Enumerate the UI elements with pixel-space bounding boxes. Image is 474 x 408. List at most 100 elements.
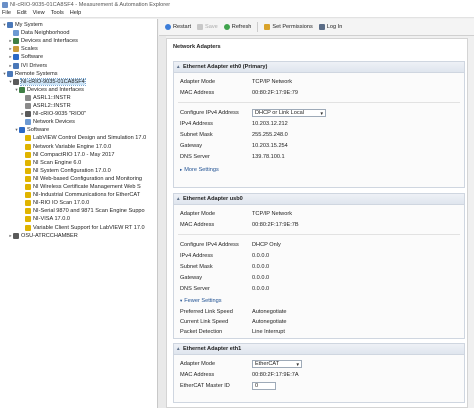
- menu-file[interactable]: File: [2, 10, 11, 16]
- eth1-mac-value: 00:80:2F:17:9E:7A: [252, 372, 299, 378]
- menu-tools[interactable]: Tools: [51, 10, 64, 16]
- tree-item[interactable]: NI-VISA 17.0.0: [20, 215, 70, 223]
- tree-item[interactable]: NI Scan Engine 6.0: [20, 159, 81, 167]
- tree-node-icon: [13, 232, 19, 239]
- tree-node-icon: [25, 224, 31, 231]
- tree-item[interactable]: ▾ Remote Systems: [2, 70, 58, 78]
- save-label: Save: [205, 24, 218, 30]
- set-permissions-label: Set Permissions: [272, 24, 313, 30]
- eth0-dns-value: 139.78.100.1: [252, 154, 285, 160]
- tree-item[interactable]: ▸ IVI Drivers: [8, 62, 47, 70]
- tree-item[interactable]: NI System Configuration 17.0.0: [20, 167, 111, 175]
- tree-item-label: NI-cRIO-9035 "RIO0": [33, 111, 87, 118]
- eth1-mac-row: MAC Address 00:80:2F:17:9E:7A: [180, 371, 452, 379]
- tree-node-icon: [25, 184, 31, 190]
- field-label: Adapter Mode: [180, 79, 216, 85]
- fewer-settings-label: Fewer Settings: [184, 298, 222, 304]
- usb0-fewer-settings-link[interactable]: ▾ Fewer Settings: [180, 298, 222, 304]
- tree-item[interactable]: ▸ Scales: [8, 45, 38, 53]
- tree-item-label: Network Variable Engine 17.0.0: [33, 143, 112, 150]
- tree-item-label: My System: [15, 22, 43, 28]
- tree-item[interactable]: ▾ Devices and Interfaces: [14, 86, 84, 94]
- tree-item[interactable]: NI-Serial 9870 and 9871 Scan Engine Supp…: [20, 207, 145, 215]
- tree-node-icon: [19, 127, 25, 134]
- eth0-subnet-value: 255.255.248.0: [252, 132, 288, 138]
- log-in-button[interactable]: Log In: [318, 24, 342, 30]
- eth0-config-ipv4-select[interactable]: DHCP or Link Local ▼: [252, 109, 326, 117]
- tree-node-icon: [7, 22, 13, 28]
- section-title: Network Adapters: [173, 44, 221, 50]
- eth0-adapter-mode-row: Adapter Mode TCP/IP Network: [180, 78, 452, 86]
- tree-item[interactable]: ▸ Devices and Interfaces: [8, 37, 78, 45]
- tree-item[interactable]: ▾ My System: [2, 21, 43, 29]
- toolbar: Restart Save Refresh Set Permissions Log…: [159, 19, 474, 36]
- refresh-button[interactable]: Refresh: [223, 24, 251, 30]
- field-label: Gateway: [180, 275, 203, 281]
- eth0-config-row: Configure IPv4 Address: [180, 109, 252, 117]
- tree-item[interactable]: Network Variable Engine 17.0.0: [20, 143, 111, 151]
- eth0-adapter-mode-value: TCP/IP Network: [252, 79, 292, 85]
- tree-item-label: Data Neighborhood: [21, 30, 70, 37]
- configuration-tree[interactable]: ▾ My System Data Neighborhood ▸ Devices and …: [0, 19, 158, 408]
- tree-item[interactable]: ▸ NI-cRIO-9035 "RIO0": [20, 110, 86, 118]
- tree-item-label: NI CompactRIO 17.0 - May 2017: [33, 151, 115, 158]
- tree-node-icon: [13, 78, 19, 85]
- usb0-mac-row: MAC Address 00:80:2F:17:9E:7B: [180, 221, 452, 229]
- tree-item-label: IVI Drivers: [21, 62, 48, 69]
- divider: [178, 234, 460, 235]
- menu-view[interactable]: View: [33, 10, 45, 16]
- menu-help[interactable]: Help: [70, 10, 82, 16]
- tree-item-label: NI Wireless Certificate Management Web S: [33, 184, 141, 190]
- tree-item[interactable]: Variable Client Support for LabVIEW RT 1…: [20, 224, 145, 232]
- usb0-gateway-value: 0.0.0.0: [252, 275, 270, 281]
- restart-button[interactable]: Restart: [165, 24, 191, 30]
- eth0-ipv4-value: 10.203.12.212: [252, 121, 288, 127]
- usb0-adapter-mode-value: TCP/IP Network: [252, 211, 292, 217]
- tree-node-icon: [25, 103, 31, 109]
- tree-node-icon: [25, 119, 31, 126]
- tree-item[interactable]: LabVIEW Control Design and Simulation 17…: [20, 134, 146, 142]
- save-button[interactable]: Save: [197, 24, 218, 30]
- adapter-eth0-header[interactable]: ▴ Ethernet Adapter eth0 (Primary): [174, 62, 464, 73]
- tree-item[interactable]: NI Wireless Certificate Management Web S: [20, 183, 141, 191]
- field-label: Configure IPv4 Address: [180, 242, 239, 248]
- tree-item[interactable]: NI-Industrial Communications for EtherCA…: [20, 191, 140, 199]
- tree-item[interactable]: Data Neighborhood: [8, 29, 70, 37]
- tree-item-label: Variable Client Support for LabVIEW RT 1…: [33, 224, 145, 231]
- tree-item[interactable]: ▾ Software: [14, 126, 49, 134]
- eth0-mac-row: MAC Address 00:80:2F:17:9E:79: [180, 89, 452, 97]
- log-in-icon: [318, 24, 325, 30]
- field-label: EtherCAT Master ID: [180, 383, 230, 389]
- usb0-config-value: DHCP Only: [252, 242, 281, 248]
- tree-item[interactable]: ▸ OSU-ATRCCHAMBER: [8, 232, 78, 240]
- tree-item[interactable]: ASRL2::INSTR: [20, 102, 71, 110]
- field-label: Subnet Mask: [180, 264, 213, 270]
- tree-item[interactable]: NI CompactRIO 17.0 - May 2017: [20, 151, 114, 159]
- tree-item[interactable]: NI Web-based Configuration and Monitorin…: [20, 175, 142, 183]
- eth0-more-settings-link[interactable]: ▸ More Settings: [180, 167, 219, 173]
- usb0-dns-row: DNS Server 0.0.0.0: [180, 285, 452, 293]
- tree-node-icon: [19, 86, 25, 93]
- tree-node-icon: [25, 208, 31, 215]
- menu-edit[interactable]: Edit: [17, 10, 27, 16]
- tree-item[interactable]: ▾ NI-cRIO-9035-01CA8SF4: [8, 77, 86, 86]
- adapter-eth1-title: Ethernet Adapter eth1: [183, 346, 242, 352]
- field-label: Adapter Mode: [180, 361, 216, 367]
- eth0-subnet-row: Subnet Mask 255.255.248.0: [180, 131, 452, 139]
- adapter-usb0-header[interactable]: ▴ Ethernet Adapter usb0: [174, 194, 464, 205]
- tree-item[interactable]: NI-RIO IO Scan 17.0.0: [20, 199, 89, 207]
- eth1-master-id-input[interactable]: 0: [252, 382, 276, 390]
- set-permissions-button[interactable]: Set Permissions: [264, 24, 313, 30]
- tree-node-icon: [25, 151, 31, 158]
- tree-item[interactable]: Network Devices: [20, 118, 75, 126]
- tree-item-label: Scales: [21, 46, 38, 53]
- tree-item-label: Remote Systems: [15, 70, 58, 77]
- tree-item-label: NI-VISA 17.0.0: [33, 216, 71, 223]
- tree-item[interactable]: ▸ Software: [8, 53, 43, 61]
- usb0-mac-value: 00:80:2F:17:9E:7B: [252, 222, 299, 228]
- chevron-right-icon: ▸: [180, 167, 183, 172]
- tree-item-label: Software: [21, 54, 44, 61]
- adapter-eth1-header[interactable]: ▴ Ethernet Adapter eth1: [174, 344, 464, 355]
- tree-item[interactable]: ASRL1::INSTR: [20, 94, 71, 102]
- eth1-adapter-mode-select[interactable]: EtherCAT ▼: [252, 360, 302, 368]
